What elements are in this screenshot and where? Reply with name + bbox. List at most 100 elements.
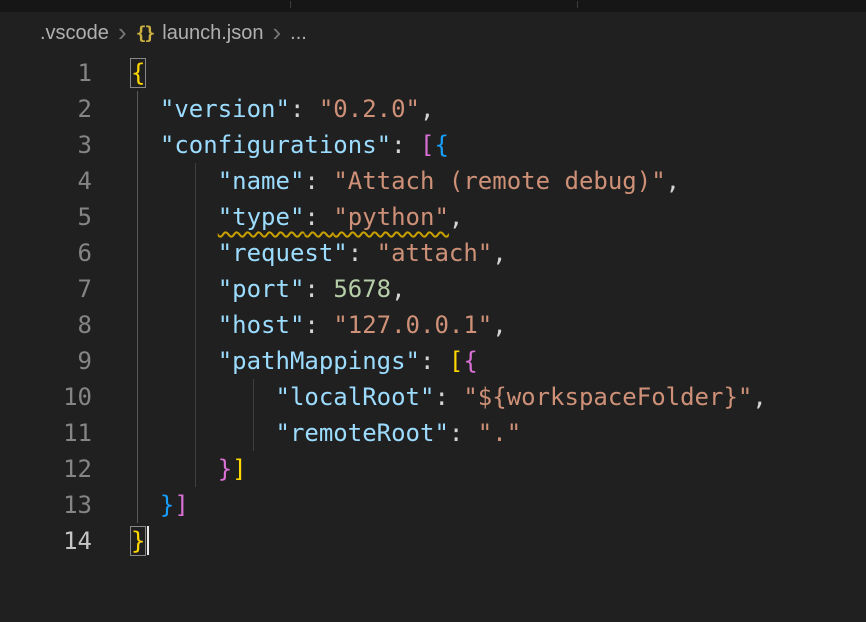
code-token: "configurations" — [160, 131, 391, 159]
code-token: "version" — [160, 95, 290, 123]
editor-line[interactable]: 9 "pathMappings": [{ — [0, 343, 866, 379]
code-token: } — [131, 527, 145, 555]
code-token: "0.2.0" — [319, 95, 420, 123]
code-token — [131, 95, 160, 123]
code-token: : — [348, 239, 377, 267]
editor-line[interactable]: 7 "port": 5678, — [0, 271, 866, 307]
code-token — [131, 419, 276, 447]
code-token: "host" — [218, 311, 305, 339]
editor-line[interactable]: 2 "version": "0.2.0", — [0, 91, 866, 127]
code-token: : — [304, 275, 333, 303]
line-number[interactable]: 12 — [0, 451, 100, 487]
code-token: , — [752, 383, 766, 411]
editor-line[interactable]: 12 }] — [0, 451, 866, 487]
breadcrumb-symbol[interactable]: ... — [290, 22, 307, 45]
editor-line[interactable]: 4 "name": "Attach (remote debug)", — [0, 163, 866, 199]
line-number[interactable]: 4 — [0, 163, 100, 199]
code-token — [131, 275, 218, 303]
code-token: { — [463, 347, 477, 375]
line-code[interactable]: "host": "127.0.0.1", — [100, 307, 507, 343]
editor-line[interactable]: 5 "type": "python", — [0, 199, 866, 235]
code-token: "request" — [218, 239, 348, 267]
code-token: : — [304, 167, 333, 195]
code-token — [131, 239, 218, 267]
breadcrumb-folder[interactable]: .vscode — [40, 22, 109, 45]
code-token — [131, 347, 218, 375]
code-token: ] — [232, 455, 246, 483]
editor-line[interactable]: 3 "configurations": [{ — [0, 127, 866, 163]
line-number[interactable]: 2 — [0, 91, 100, 127]
code-token: "python" — [333, 203, 449, 231]
editor-line[interactable]: 13 }] — [0, 487, 866, 523]
code-token: "." — [478, 419, 521, 447]
code-token: "pathMappings" — [218, 347, 420, 375]
line-number[interactable]: 11 — [0, 415, 100, 451]
line-code[interactable]: "port": 5678, — [100, 271, 406, 307]
code-token: } — [160, 491, 174, 519]
code-token: , — [492, 239, 506, 267]
chevron-right-icon: › — [118, 22, 127, 46]
line-number[interactable]: 3 — [0, 127, 100, 163]
editor-line[interactable]: 10 "localRoot": "${workspaceFolder}", — [0, 379, 866, 415]
code-token: "localRoot" — [276, 383, 435, 411]
line-code[interactable]: { — [100, 55, 145, 91]
code-token: ] — [174, 491, 188, 519]
code-editor[interactable]: 1{2 "version": "0.2.0",3 "configurations… — [0, 55, 866, 622]
code-token: { — [131, 59, 145, 87]
code-token — [131, 167, 218, 195]
code-token: : — [420, 347, 449, 375]
code-token — [131, 131, 160, 159]
line-code[interactable]: } — [100, 523, 149, 559]
text-cursor — [147, 526, 149, 555]
code-token: , — [492, 311, 506, 339]
line-number[interactable]: 7 — [0, 271, 100, 307]
code-token — [131, 383, 276, 411]
line-code[interactable]: "type": "python", — [100, 199, 463, 235]
editor-line[interactable]: 8 "host": "127.0.0.1", — [0, 307, 866, 343]
code-token: "${workspaceFolder}" — [463, 383, 752, 411]
line-code[interactable]: }] — [100, 451, 247, 487]
code-token — [131, 491, 160, 519]
line-code[interactable]: "version": "0.2.0", — [100, 91, 434, 127]
tab-bar[interactable] — [0, 0, 866, 12]
json-file-icon: {} — [136, 23, 154, 44]
code-token: , — [420, 95, 434, 123]
code-token: "remoteRoot" — [276, 419, 449, 447]
code-token: : — [391, 131, 420, 159]
breadcrumb-file[interactable]: launch.json — [162, 22, 263, 45]
line-number[interactable]: 10 — [0, 379, 100, 415]
vscode-window: .vscode › {} launch.json › ... 1{2 "vers… — [0, 0, 866, 622]
line-number[interactable]: 8 — [0, 307, 100, 343]
line-code[interactable]: "configurations": [{ — [100, 127, 449, 163]
tab-separator — [577, 1, 578, 8]
line-code[interactable]: "request": "attach", — [100, 235, 507, 271]
line-number[interactable]: 5 — [0, 199, 100, 235]
editor-line[interactable]: 6 "request": "attach", — [0, 235, 866, 271]
code-token — [131, 203, 218, 231]
code-token: : — [449, 419, 478, 447]
line-code[interactable]: "localRoot": "${workspaceFolder}", — [100, 379, 767, 415]
code-token — [131, 311, 218, 339]
code-token: "127.0.0.1" — [333, 311, 492, 339]
line-number[interactable]: 1 — [0, 55, 100, 91]
line-code[interactable]: }] — [100, 487, 189, 523]
editor-line[interactable]: 14} — [0, 523, 866, 559]
line-code[interactable]: "remoteRoot": "." — [100, 415, 521, 451]
line-number[interactable]: 14 — [0, 523, 100, 559]
code-token: "name" — [218, 167, 305, 195]
editor-line[interactable]: 11 "remoteRoot": "." — [0, 415, 866, 451]
code-token: : — [304, 311, 333, 339]
code-token: { — [434, 131, 448, 159]
code-token: : — [304, 203, 333, 231]
line-code[interactable]: "name": "Attach (remote debug)", — [100, 163, 680, 199]
tab-separator — [290, 1, 291, 8]
line-number[interactable]: 9 — [0, 343, 100, 379]
code-token — [131, 455, 218, 483]
line-number[interactable]: 6 — [0, 235, 100, 271]
line-number[interactable]: 13 — [0, 487, 100, 523]
code-token: "port" — [218, 275, 305, 303]
code-token: "type" — [218, 203, 305, 231]
line-code[interactable]: "pathMappings": [{ — [100, 343, 478, 379]
editor-line[interactable]: 1{ — [0, 55, 866, 91]
code-token: } — [218, 455, 232, 483]
